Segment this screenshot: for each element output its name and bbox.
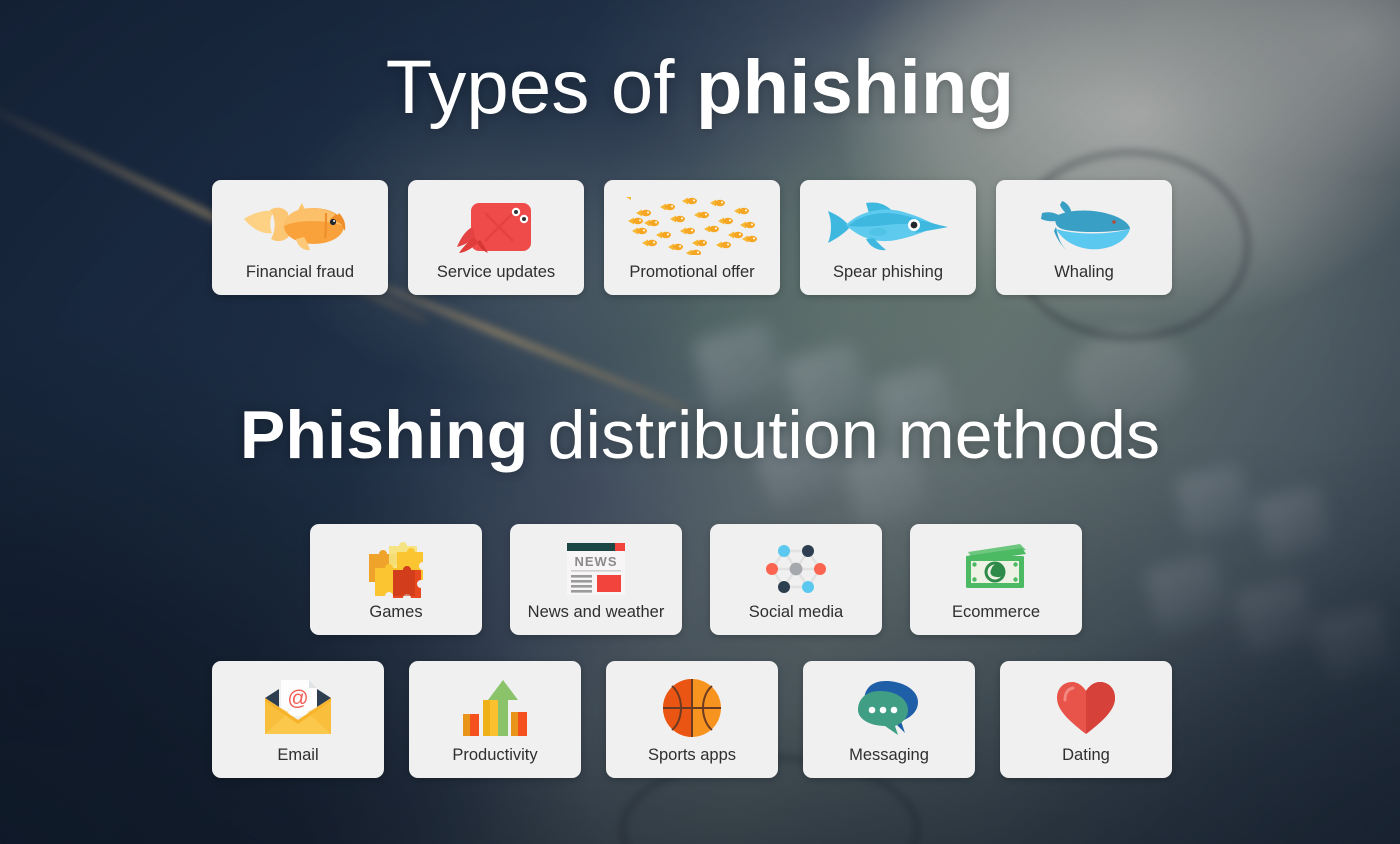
card-games[interactable]: Games: [310, 524, 482, 635]
banknotes-icon: [910, 538, 1082, 600]
puzzle-pieces-icon: [310, 538, 482, 600]
card-spear-phishing[interactable]: Spear phishing: [800, 180, 976, 295]
subtitle-regular-part: distribution methods: [528, 397, 1161, 473]
newspaper-icon: NEWS: [510, 538, 682, 600]
svg-text:@: @: [287, 687, 308, 710]
title-bold-part: phishing: [695, 45, 1015, 130]
distribution-methods-row-1: Games NEWS News and weather Social media…: [310, 524, 1082, 635]
distribution-methods-row-2: @ Email Productivity Sports apps Messagi…: [212, 661, 1172, 778]
card-label: Social media: [748, 603, 844, 621]
card-label: Spear phishing: [832, 263, 944, 281]
card-label: Sports apps: [647, 746, 737, 764]
whale-icon: [996, 194, 1172, 258]
subtitle-bold-part: Phishing: [239, 397, 529, 473]
card-label: Financial fraud: [245, 263, 355, 281]
title-regular-part: Types of: [385, 45, 696, 130]
fish-school-icon: [604, 194, 780, 258]
card-service-updates[interactable]: Service updates: [408, 180, 584, 295]
card-promotional-offer[interactable]: Promotional offer: [604, 180, 780, 295]
card-financial-fraud[interactable]: Financial fraud: [212, 180, 388, 295]
stingray-icon: [408, 194, 584, 258]
card-label: Whaling: [1054, 263, 1114, 281]
card-label: Productivity: [452, 746, 538, 764]
card-label: Email: [277, 746, 319, 764]
page-title-types-of-phishing: Types of phishing: [0, 40, 1400, 136]
card-label: News and weather: [527, 603, 665, 621]
bar-chart-arrow-icon: [409, 675, 581, 741]
card-ecommerce[interactable]: Ecommerce: [910, 524, 1082, 635]
phishing-types-row: Financial fraud Service updates Promotio…: [212, 180, 1172, 295]
card-label: Promotional offer: [629, 263, 755, 281]
chat-bubbles-icon: [803, 675, 975, 741]
card-dating[interactable]: Dating: [1000, 661, 1172, 778]
envelope-at-icon: @: [212, 675, 384, 741]
card-news-and-weather[interactable]: NEWS News and weather: [510, 524, 682, 635]
svg-text:NEWS: NEWS: [575, 554, 618, 569]
goldfish-icon: [212, 194, 388, 258]
card-label: Games: [369, 603, 423, 621]
swordfish-icon: [800, 194, 976, 258]
card-label: Dating: [1062, 746, 1110, 764]
basketball-icon: [606, 675, 778, 741]
card-email[interactable]: @ Email: [212, 661, 384, 778]
card-whaling[interactable]: Whaling: [996, 180, 1172, 295]
card-messaging[interactable]: Messaging: [803, 661, 975, 778]
page-title-phishing-distribution-methods: Phishing distribution methods: [0, 392, 1400, 478]
card-sports-apps[interactable]: Sports apps: [606, 661, 778, 778]
card-label: Messaging: [849, 746, 929, 764]
card-social-media[interactable]: Social media: [710, 524, 882, 635]
network-nodes-icon: [710, 538, 882, 600]
card-label: Service updates: [436, 263, 556, 281]
card-label: Ecommerce: [951, 603, 1041, 621]
card-productivity[interactable]: Productivity: [409, 661, 581, 778]
heart-icon: [1000, 675, 1172, 741]
